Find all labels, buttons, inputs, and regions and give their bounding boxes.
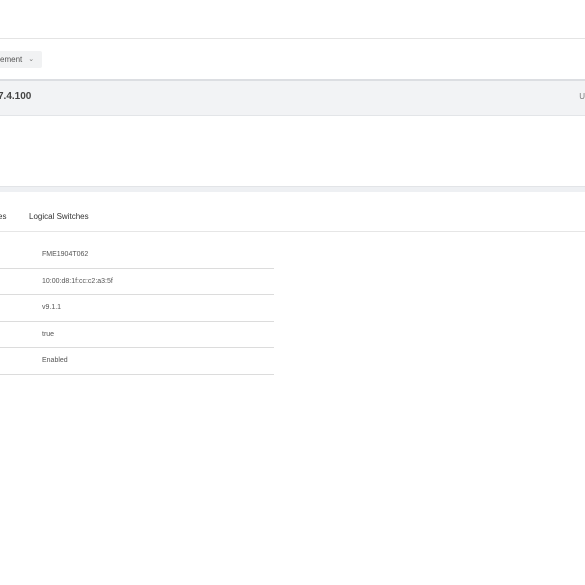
device-summary-panel	[0, 116, 585, 186]
tab-logical-switches[interactable]: Logical Switches	[29, 212, 89, 221]
table-row: FME1904T062	[0, 242, 274, 269]
table-row: v9.1.1	[0, 295, 274, 322]
property-value: Enabled	[42, 357, 68, 364]
section-divider	[0, 186, 585, 192]
property-value: v9.1.1	[42, 304, 62, 311]
table-row: 10:00:d8:1f:cc:c2:a3:5f	[0, 269, 274, 295]
device-header: 7.4.100 U	[0, 79, 585, 116]
device-tabs: ses Logical Switches	[0, 193, 585, 232]
property-value: FME1904T062	[42, 251, 89, 258]
management-dropdown-label: ement	[0, 55, 23, 64]
tab-partial[interactable]: ses	[0, 212, 6, 221]
property-value: true	[42, 330, 55, 338]
chevron-down-icon: ⌄	[28, 56, 35, 63]
property-value: 10:00:d8:1f:cc:c2:a3:5f	[42, 277, 113, 285]
management-dropdown[interactable]: ement ⌄	[0, 51, 43, 68]
properties-table: FME1904T062 10:00:d8:1f:cc:c2:a3:5f v9.1…	[0, 242, 274, 375]
top-bar	[0, 0, 585, 39]
toolbar: ement ⌄	[0, 39, 585, 79]
table-row: Enabled	[0, 348, 274, 375]
device-header-right-text: U	[579, 92, 585, 101]
table-row: true	[0, 322, 274, 348]
device-ip-address: 7.4.100	[0, 91, 32, 102]
device-details-page: ement ⌄ 7.4.100 U ses Logical Switches F…	[0, 0, 585, 585]
